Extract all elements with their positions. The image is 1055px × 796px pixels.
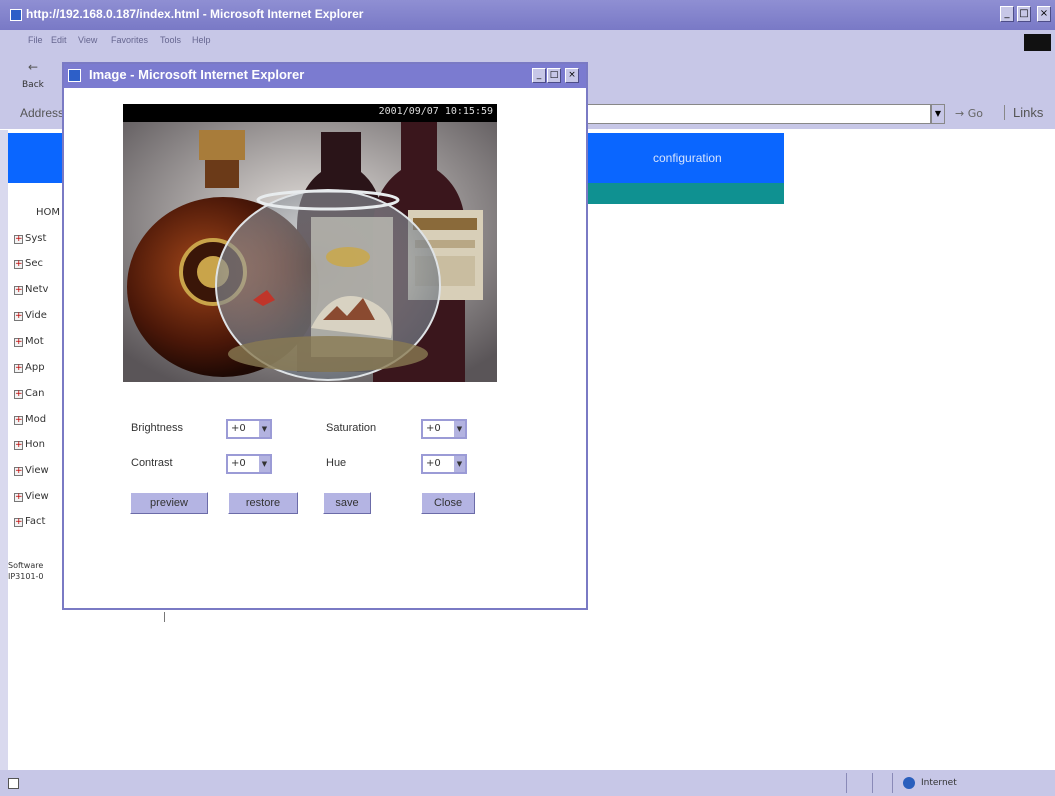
expand-icon: + <box>14 259 23 269</box>
expand-icon: + <box>14 440 23 450</box>
expand-icon: + <box>14 363 23 373</box>
saturation-value: +0 <box>426 423 441 434</box>
expand-icon: + <box>14 337 23 347</box>
nav-item-label: Hon <box>25 439 45 450</box>
expand-icon: + <box>14 517 23 527</box>
go-label: Go <box>967 107 983 120</box>
back-label: Back <box>22 80 44 90</box>
main-window-titlebar[interactable]: http://192.168.0.187/index.html - Micros… <box>0 0 1055 30</box>
contrast-value: +0 <box>231 458 246 469</box>
menu-bar: File Edit View Favorites Tools Help <box>0 30 1055 52</box>
dialog-minimize-button[interactable]: _ <box>532 68 546 83</box>
nav-item-label: Fact <box>25 516 46 527</box>
save-button[interactable]: save <box>323 492 371 514</box>
links-button[interactable]: Links <box>1004 105 1043 120</box>
address-label: Address <box>20 106 65 120</box>
menu-help[interactable]: Help <box>192 35 211 45</box>
dropdown-arrow-icon: ▼ <box>259 456 270 472</box>
expand-icon: + <box>14 389 23 399</box>
nav-item-label: Sec <box>25 258 43 269</box>
brightness-select[interactable]: +0 ▼ <box>226 419 272 439</box>
expand-icon: + <box>14 311 23 321</box>
header-teal-strip <box>588 183 784 204</box>
saturation-label: Saturation <box>326 422 377 434</box>
nav-item-label: App <box>25 362 45 373</box>
go-button[interactable]: → Go <box>955 107 983 120</box>
status-divider <box>872 773 873 793</box>
nav-item-label: Netv <box>25 284 49 295</box>
nav-item-label: View <box>25 491 49 502</box>
camera-timestamp-bar: 2001/09/07 10:15:59 <box>123 104 497 122</box>
back-arrow-icon: ← <box>28 60 39 74</box>
contrast-select[interactable]: +0 ▼ <box>226 454 272 474</box>
camera-preview: 2001/09/07 10:15:59 <box>123 104 497 382</box>
software-version-text: Software IP3101-0 <box>8 560 44 582</box>
expand-icon: + <box>14 415 23 425</box>
camera-timestamp: 2001/09/07 10:15:59 <box>378 106 493 117</box>
nav-item-label: Mot <box>25 336 44 347</box>
windows-logo-icon <box>1024 34 1051 51</box>
menu-view[interactable]: View <box>78 35 97 45</box>
dialog-title: Image - Microsoft Internet Explorer <box>89 67 305 82</box>
restore-button[interactable]: restore <box>228 492 298 514</box>
saturation-select[interactable]: +0 ▼ <box>421 419 467 439</box>
expand-icon: + <box>14 466 23 476</box>
configuration-link[interactable]: configuration <box>653 151 722 165</box>
expand-icon: + <box>14 285 23 295</box>
nav-item-label: Vide <box>25 310 47 321</box>
brightness-label: Brightness <box>131 422 183 434</box>
camera-image <box>123 122 497 382</box>
nav-item-label: Can <box>25 388 45 399</box>
image-dialog: Image - Microsoft Internet Explorer _ □ … <box>62 62 588 610</box>
expand-icon: + <box>14 234 23 244</box>
dialog-maximize-button[interactable]: □ <box>547 68 561 83</box>
internet-zone-icon <box>903 777 915 789</box>
menu-tools[interactable]: Tools <box>160 35 181 45</box>
brightness-value: +0 <box>231 423 246 434</box>
page-left-border <box>0 130 8 770</box>
software-label: Software <box>8 561 44 570</box>
back-button[interactable]: ← Back <box>20 56 48 92</box>
nav-item-label: Mod <box>25 414 47 425</box>
dialog-close-button[interactable]: × <box>565 68 579 83</box>
software-model: IP3101-0 <box>8 572 44 581</box>
status-divider <box>846 773 847 793</box>
menu-edit[interactable]: Edit <box>51 35 67 45</box>
page-status-icon <box>8 778 19 789</box>
screen: http://192.168.0.187/index.html - Micros… <box>0 0 1055 796</box>
menu-favorites[interactable]: Favorites <box>111 35 148 45</box>
address-input[interactable] <box>585 104 931 124</box>
ie-icon <box>10 9 22 21</box>
close-window-button[interactable]: × <box>1037 6 1051 22</box>
expand-icon: + <box>14 492 23 502</box>
preview-button[interactable]: preview <box>130 492 208 514</box>
address-dropdown-icon[interactable]: ▼ <box>931 104 945 124</box>
hue-value: +0 <box>426 458 441 469</box>
text-cursor <box>164 612 165 622</box>
status-bar: Internet <box>0 770 1055 796</box>
nav-item-label: Syst <box>25 233 47 244</box>
maximize-button[interactable]: □ <box>1017 6 1031 22</box>
nav-item-label: View <box>25 465 49 476</box>
hue-label: Hue <box>326 457 347 469</box>
dropdown-arrow-icon: ▼ <box>454 456 465 472</box>
ie-icon <box>68 69 81 82</box>
nav-home-link[interactable]: HOM <box>36 207 60 218</box>
window-title: http://192.168.0.187/index.html - Micros… <box>26 7 364 21</box>
close-button[interactable]: Close <box>421 492 475 514</box>
contrast-label: Contrast <box>131 457 173 469</box>
menu-file[interactable]: File <box>28 35 43 45</box>
dropdown-arrow-icon: ▼ <box>259 421 270 437</box>
hue-select[interactable]: +0 ▼ <box>421 454 467 474</box>
status-divider <box>892 773 893 793</box>
dropdown-arrow-icon: ▼ <box>454 421 465 437</box>
dialog-titlebar[interactable]: Image - Microsoft Internet Explorer _ □ … <box>64 64 586 88</box>
security-zone-label: Internet <box>921 778 957 788</box>
minimize-button[interactable]: _ <box>1000 6 1014 22</box>
